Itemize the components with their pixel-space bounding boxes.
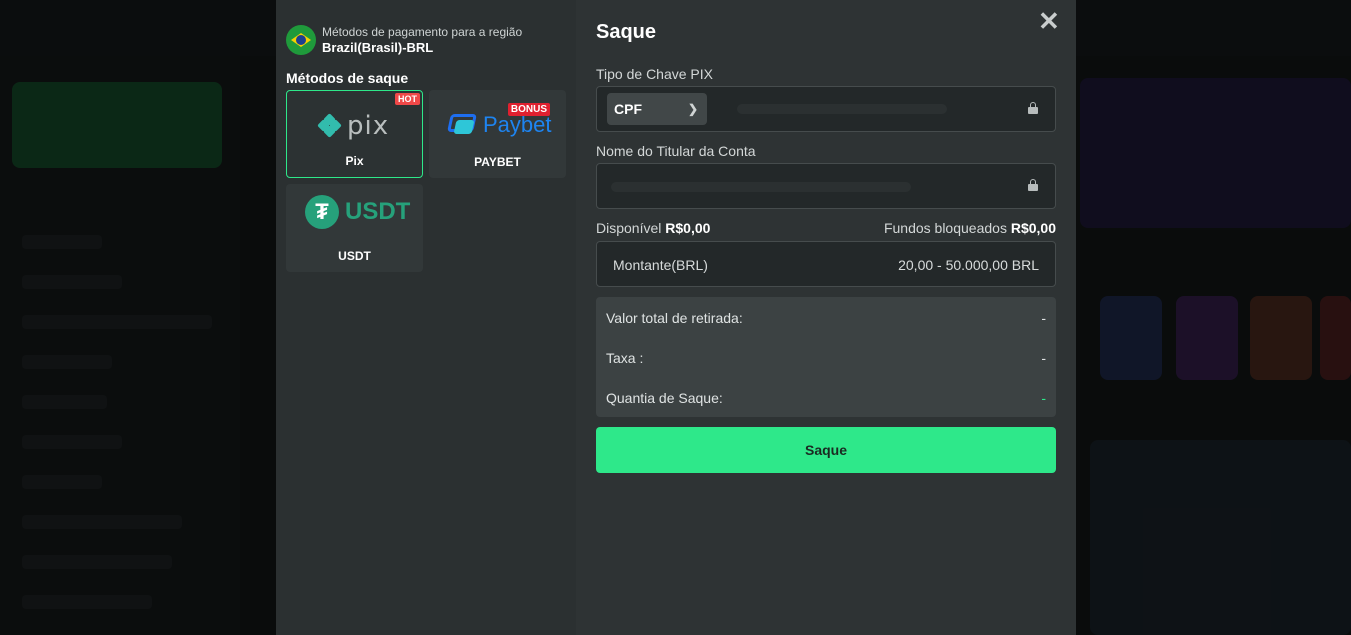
close-icon[interactable]: ✕ <box>1038 8 1060 34</box>
usdt-logo: ₮ USDT <box>305 195 410 229</box>
lock-icon <box>1028 179 1038 191</box>
withdraw-modal: Métodos de pagamento para a região Brazi… <box>276 0 1076 635</box>
withdraw-submit-button[interactable]: Saque <box>596 427 1056 473</box>
available-value: R$0,00 <box>665 220 711 236</box>
paybet-icon <box>447 114 481 136</box>
pix-logo: pix <box>317 111 389 141</box>
method-card-pix[interactable]: pix HOT Pix <box>286 90 423 178</box>
method-card-usdt[interactable]: ₮ USDT USDT <box>286 184 423 272</box>
pix-key-type-label: Tipo de Chave PIX <box>596 66 713 82</box>
redacted-value <box>611 182 911 192</box>
pix-key-type-select[interactable]: CPF ❯ <box>607 93 707 125</box>
payment-methods-panel: Métodos de pagamento para a região Brazi… <box>276 0 576 635</box>
methods-title: Métodos de saque <box>286 70 409 86</box>
withdraw-title: Saque <box>596 21 657 43</box>
pix-key-field[interactable]: CPF ❯ <box>596 86 1056 132</box>
amount-placeholder: Montante(BRL) <box>613 257 708 273</box>
amount-input[interactable]: Montante(BRL) 20,00 - 50.000,00 BRL <box>596 241 1056 287</box>
tether-icon: ₮ <box>305 195 339 229</box>
method-card-paybet[interactable]: BONUS Paybet PAYBET <box>429 90 566 178</box>
region-name: Brazil(Brasil)-BRL <box>322 40 434 55</box>
region-info: Métodos de pagamento para a região Brazi… <box>286 25 522 55</box>
paybet-logo: Paybet <box>447 112 552 138</box>
summary-row-total: Valor total de retirada: - <box>606 310 1046 326</box>
balance-row: Disponível R$0,00 Fundos bloqueados R$0,… <box>596 220 1056 236</box>
chevron-down-icon: ❯ <box>687 102 698 116</box>
amount-range: 20,00 - 50.000,00 BRL <box>898 257 1039 273</box>
blocked-value: R$0,00 <box>1010 220 1056 236</box>
redacted-value <box>737 104 947 114</box>
summary-row-fee: Taxa : - <box>606 350 1046 366</box>
hot-badge: HOT <box>395 93 420 105</box>
method-label: PAYBET <box>474 155 521 169</box>
pix-icon <box>317 113 342 138</box>
blocked-label: Fundos bloqueados <box>883 220 1007 236</box>
account-holder-label: Nome do Titular da Conta <box>596 143 756 159</box>
withdraw-summary: Valor total de retirada: - Taxa : - Quan… <box>596 297 1056 417</box>
method-label: USDT <box>338 249 371 263</box>
withdraw-form-panel: Saque ✕ Tipo de Chave PIX CPF ❯ Nome do … <box>576 0 1076 635</box>
account-holder-field[interactable] <box>596 163 1056 209</box>
method-label: Pix <box>345 154 364 168</box>
region-caption: Métodos de pagamento para a região <box>322 25 523 39</box>
available-label: Disponível <box>596 220 662 236</box>
brazil-flag-icon <box>286 25 316 55</box>
lock-icon <box>1028 102 1038 114</box>
summary-row-amount: Quantia de Saque: - <box>606 390 1046 406</box>
